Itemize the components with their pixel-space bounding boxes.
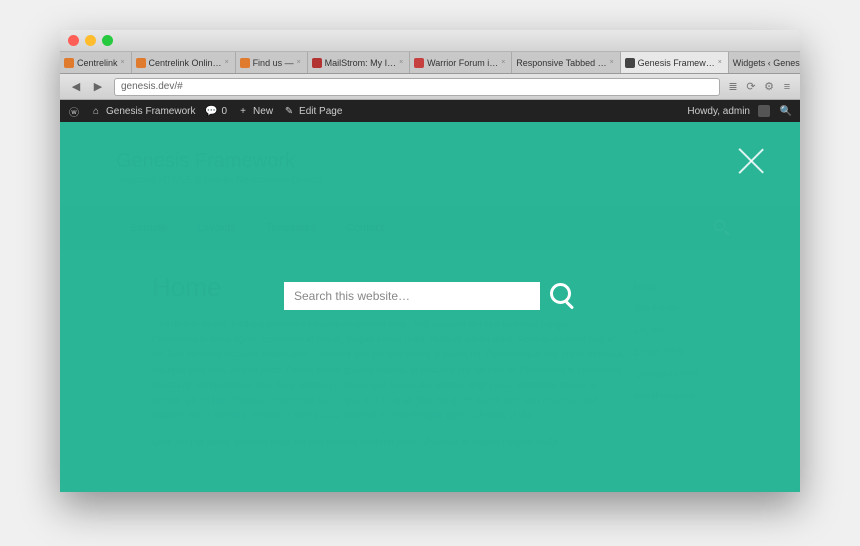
menu-icon[interactable]: ≡ [780, 80, 794, 94]
back-button[interactable]: ◀ [66, 79, 86, 95]
wp-search[interactable]: 🔍 [780, 105, 792, 117]
window-close[interactable] [68, 35, 79, 46]
tab-genesis-framework[interactable]: Genesis Framew…× [621, 52, 729, 73]
settings-icon[interactable]: ⚙ [762, 80, 776, 94]
wp-comments-count: 0 [221, 106, 227, 117]
avatar-icon [758, 105, 770, 117]
tab-label: MailStrom: My I… [325, 58, 397, 68]
tab-close-icon[interactable]: × [610, 60, 616, 66]
home-icon: ⌂ [90, 105, 102, 117]
favicon-icon [312, 58, 322, 68]
wp-admin-bar: ⓦ ⌂Genesis Framework 💬0 +New ✎Edit Page … [60, 100, 800, 122]
reload-icon[interactable]: ⟳ [744, 80, 758, 94]
tab-label: Responsive Tabbed … [516, 58, 606, 68]
page-content: Genesis Framework Supports HTML5 & Mobil… [60, 122, 800, 492]
address-bar: ◀ ▶ genesis.dev/# ≣ ⟳ ⚙ ≡ [60, 74, 800, 100]
forward-button[interactable]: ▶ [88, 79, 108, 95]
window-maximize[interactable] [102, 35, 113, 46]
wp-new[interactable]: + New [237, 105, 273, 117]
favicon-icon [64, 58, 74, 68]
favicon-icon [136, 58, 146, 68]
close-overlay-button[interactable] [734, 144, 768, 178]
search-icon: 🔍 [780, 105, 792, 117]
url-field[interactable]: genesis.dev/# [114, 78, 720, 96]
wp-site-label: Genesis Framework [106, 106, 195, 117]
tab-centrelink[interactable]: Centrelink× [60, 52, 132, 73]
tab-mailstrom[interactable]: MailStrom: My I…× [308, 52, 411, 73]
wp-edit-page[interactable]: ✎ Edit Page [283, 105, 342, 117]
favicon-icon [240, 58, 250, 68]
tab-label: Centrelink [77, 58, 118, 68]
wp-howdy[interactable]: Howdy, admin [687, 105, 770, 117]
favicon-icon [414, 58, 424, 68]
tab-label: Widgets ‹ Genesis Fr… [733, 58, 800, 68]
tab-widgets-genesis[interactable]: Widgets ‹ Genesis Fr…× [729, 52, 800, 73]
comment-icon: 💬 [205, 105, 217, 117]
wp-logo[interactable]: ⓦ [68, 105, 80, 117]
tab-warrior-forum[interactable]: Warrior Forum i…× [410, 52, 512, 73]
wp-howdy-label: Howdy, admin [687, 106, 750, 117]
search-submit-icon[interactable] [550, 283, 576, 309]
tab-responsive-tabbed[interactable]: Responsive Tabbed … × [512, 52, 620, 73]
tab-label: Centrelink Onlin… [149, 58, 222, 68]
tab-find-us[interactable]: Find us —× [236, 52, 308, 73]
favicon-icon [625, 58, 635, 68]
reader-icon[interactable]: ≣ [726, 80, 740, 94]
tab-bar: Centrelink× Centrelink Onlin…× Find us —… [60, 52, 800, 74]
wp-comments[interactable]: 💬0 [205, 105, 227, 117]
tab-centrelink-online[interactable]: Centrelink Onlin…× [132, 52, 236, 73]
browser-window: Centrelink× Centrelink Onlin…× Find us —… [60, 30, 800, 492]
window-minimize[interactable] [85, 35, 96, 46]
wp-edit-label: Edit Page [299, 106, 342, 117]
tab-label: Genesis Framew… [638, 58, 715, 68]
tab-close-icon[interactable]: × [718, 60, 724, 66]
pencil-icon: ✎ [283, 105, 295, 117]
tab-close-icon[interactable]: × [225, 60, 231, 66]
tab-close-icon[interactable]: × [121, 60, 127, 66]
tab-close-icon[interactable]: × [501, 60, 507, 66]
search-input[interactable] [284, 282, 540, 310]
plus-icon: + [237, 105, 249, 117]
wp-new-label: New [253, 106, 273, 117]
tab-close-icon[interactable]: × [399, 60, 405, 66]
url-text: genesis.dev/# [121, 81, 183, 92]
search-row [284, 282, 576, 310]
tab-label: Warrior Forum i… [427, 58, 498, 68]
titlebar [60, 30, 800, 52]
tab-label: Find us — [253, 58, 294, 68]
tab-close-icon[interactable]: × [297, 60, 303, 66]
wordpress-icon: ⓦ [68, 105, 80, 117]
wp-site-name[interactable]: ⌂ Genesis Framework [90, 105, 195, 117]
